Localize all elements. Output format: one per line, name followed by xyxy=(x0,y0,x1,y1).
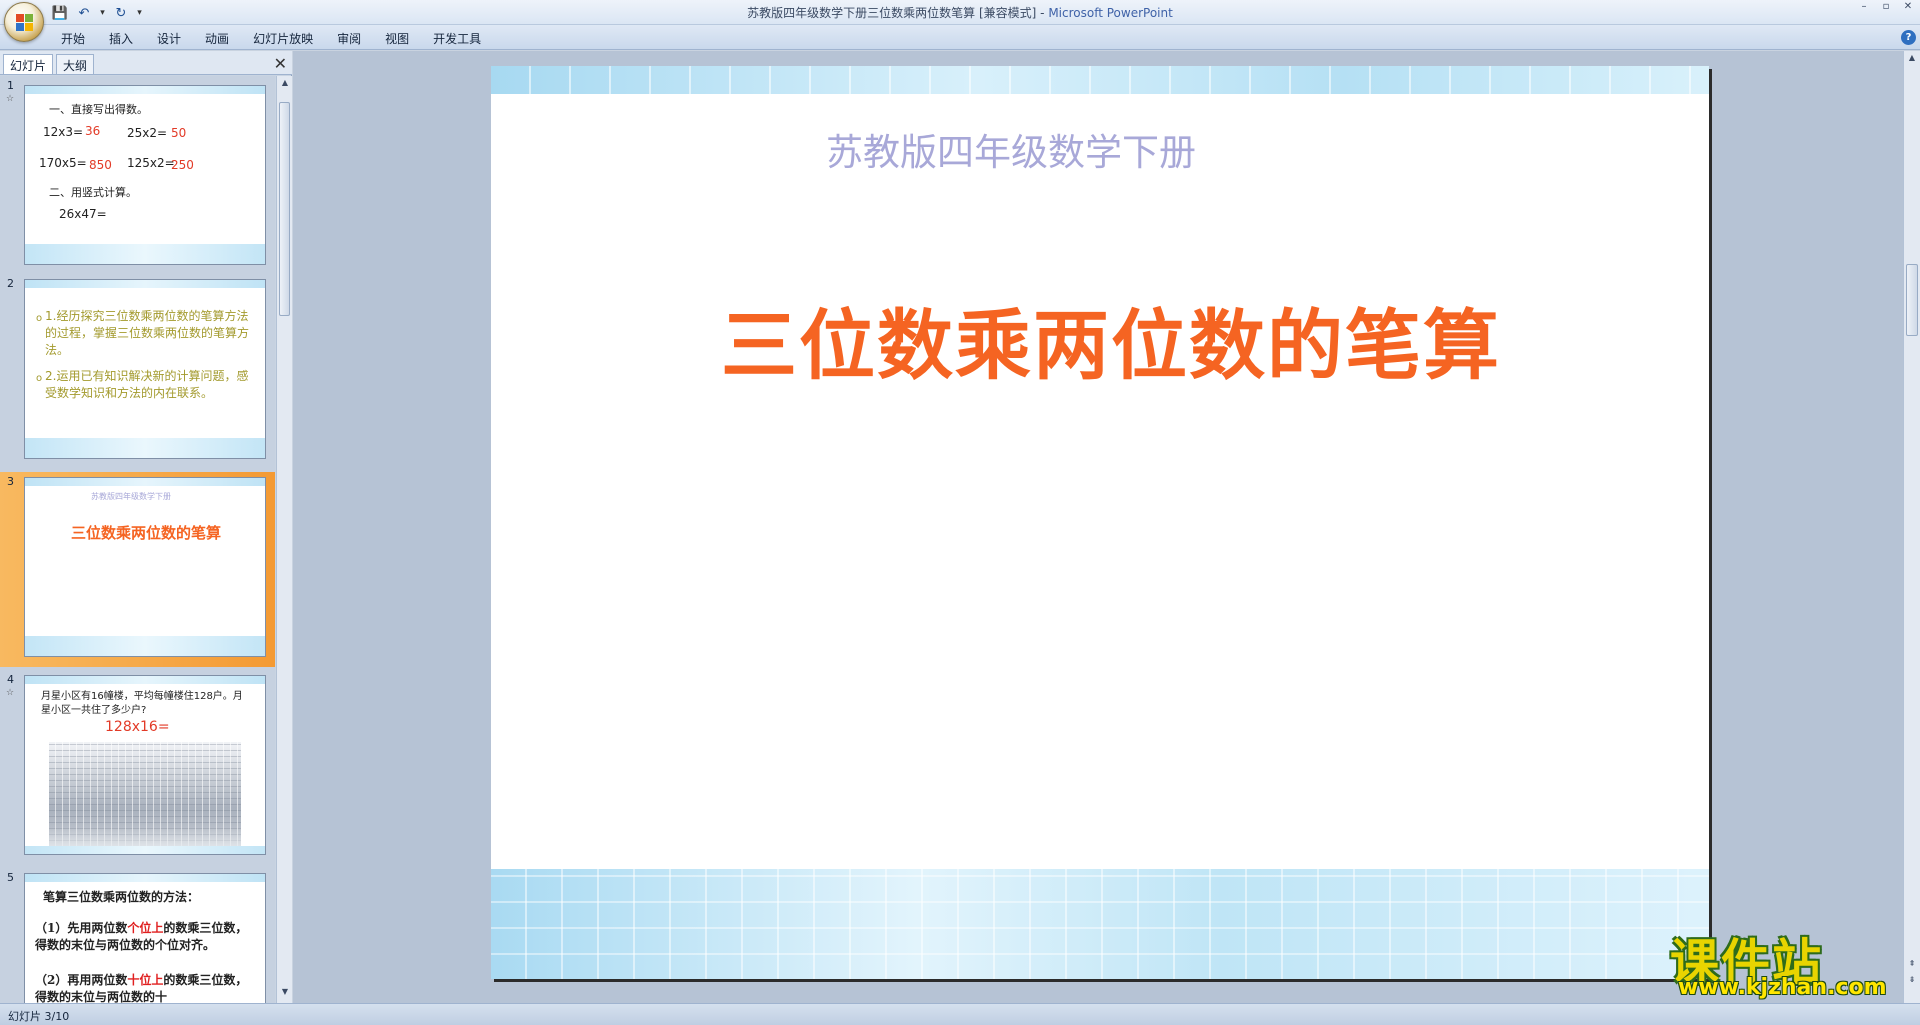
tab-view[interactable]: 视图 xyxy=(373,29,421,48)
office-logo-icon xyxy=(16,14,34,32)
slide-subtitle[interactable]: 苏教版四年级数学下册 xyxy=(826,122,1196,176)
window-controls: – ▫ ✕ xyxy=(1856,1,1916,15)
slide-thumbnail-1[interactable]: 一、直接写出得数。 12x3= 36 25x2= 50 170x5= 850 1… xyxy=(24,85,266,265)
thumbnail-row-5[interactable]: 5 笔算三位数乘两位数的方法： （1）先用两位数个位上的数乘三位数，得数的末位与… xyxy=(0,868,275,1003)
scroll-down-icon[interactable]: ▼ xyxy=(277,987,293,1001)
thumb-expr: 12x3= xyxy=(43,125,84,139)
thumb-top-band xyxy=(25,874,265,882)
thumbnail-row-3-selected[interactable]: 3 苏教版四年级数学下册 三位数乘两位数的笔算 xyxy=(0,472,275,667)
thumb-heading: 二、用竖式计算。 xyxy=(49,186,137,199)
thumb-top-band xyxy=(25,86,265,94)
learning-goal-1: 1.经历探究三位数乘两位数的笔算方法的过程，掌握三位数乘两位数的笔算方法。 xyxy=(45,309,250,357)
slide-number: 2 xyxy=(7,277,14,290)
thumb-top-band xyxy=(25,280,265,288)
slide-thumbnail-5[interactable]: 笔算三位数乘两位数的方法： （1）先用两位数个位上的数乘三位数，得数的末位与两位… xyxy=(24,873,266,1003)
thumb-top-band xyxy=(25,478,265,486)
slide-number: 3 xyxy=(7,475,14,488)
thumb-answer: 250 xyxy=(171,158,194,172)
watermark: 课件站 www.kjzhan.com xyxy=(1670,923,1910,1003)
slide-top-band xyxy=(491,66,1709,94)
thumb-step-1: （1）先用两位数个位上的数乘三位数，得数的末位与两位数的个位对齐。 xyxy=(35,921,248,952)
thumbnail-scrollbar[interactable]: ▲ ▼ xyxy=(276,76,292,1003)
slides-pane: 幻灯片 大纲 ✕ 1 ☆ 一、直接写出得数。 12x3= 36 25x2= 50… xyxy=(0,51,292,1003)
thumb-bottom-band xyxy=(25,636,265,656)
tab-slides[interactable]: 幻灯片 xyxy=(3,54,54,74)
animation-star-icon: ☆ xyxy=(6,688,15,698)
thumb-answer: 36 xyxy=(85,124,101,138)
thumbnail-row-4[interactable]: 4 ☆ 月星小区有16幢楼，平均每幢楼住128户。月星小区一共住了多少户? 12… xyxy=(0,670,275,865)
scroll-up-icon[interactable]: ▲ xyxy=(1904,53,1920,67)
scroll-thumb[interactable] xyxy=(279,102,290,316)
thumb-expr: 25x2= xyxy=(127,126,168,140)
thumb-expr: 170x5= xyxy=(39,156,87,170)
thumb-bottom-band xyxy=(25,438,265,458)
thumb-answer: 850 xyxy=(89,158,112,172)
thumb-top-band xyxy=(25,676,265,684)
slide-thumbnail-3[interactable]: 苏教版四年级数学下册 三位数乘两位数的笔算 xyxy=(24,477,266,657)
pane-tabs: 幻灯片 大纲 ✕ xyxy=(0,51,292,75)
thumb-expr: 26x47= xyxy=(59,207,107,221)
scroll-thumb[interactable] xyxy=(1906,264,1918,336)
slide-counter: 幻灯片 3/10 xyxy=(8,1010,70,1023)
tab-outline[interactable]: 大纲 xyxy=(56,54,95,74)
slide-title[interactable]: 三位数乘两位数的笔算 xyxy=(721,284,1501,394)
thumbnail-row-2[interactable]: 2 o 1.经历探究三位数乘两位数的笔算方法的过程，掌握三位数乘两位数的笔算方法… xyxy=(0,274,275,469)
thumb-problem: 月星小区有16幢楼，平均每幢楼住128户。月星小区一共住了多少户? xyxy=(41,691,243,716)
scroll-up-icon[interactable]: ▲ xyxy=(277,78,293,92)
help-icon[interactable]: ? xyxy=(1901,30,1916,45)
tab-design[interactable]: 设计 xyxy=(145,29,193,48)
office-button[interactable] xyxy=(4,2,44,42)
bullet-icon: o xyxy=(36,313,43,324)
ribbon: 开始 插入 设计 动画 幻灯片放映 审阅 视图 开发工具 ? xyxy=(0,25,1920,50)
thumb-bottom-band xyxy=(25,846,265,854)
slide-thumbnail-4[interactable]: 月星小区有16幢楼，平均每幢楼住128户。月星小区一共住了多少户? 128x16… xyxy=(24,675,266,855)
tab-review[interactable]: 审阅 xyxy=(325,29,373,48)
thumb-title: 三位数乘两位数的笔算 xyxy=(71,524,222,542)
watermark-url: www.kjzhan.com xyxy=(1678,975,1887,1000)
thumb-bottom-band xyxy=(25,244,265,264)
restore-button[interactable]: ▫ xyxy=(1878,1,1894,15)
minimize-button[interactable]: – xyxy=(1856,1,1872,15)
bullet-icon: o xyxy=(36,373,43,384)
thumb-expr: 128x16= xyxy=(105,719,170,735)
thumb-expr: 125x2= xyxy=(127,156,175,170)
slide-canvas[interactable]: 苏教版四年级数学下册 三位数乘两位数的笔算 xyxy=(491,66,1709,979)
tab-developer[interactable]: 开发工具 xyxy=(421,29,493,48)
slide-bottom-band xyxy=(491,869,1709,979)
close-button[interactable]: ✕ xyxy=(1900,1,1916,15)
window-title: 苏教版四年级数学下册三位数乘两位数笔算 [兼容模式] - Microsoft P… xyxy=(747,6,1173,20)
title-bar: 💾 ↶ ▾ ↻ ▾ 苏教版四年级数学下册三位数乘两位数笔算 [兼容模式] - M… xyxy=(0,0,1920,25)
tab-home[interactable]: 开始 xyxy=(49,29,97,48)
slide-number: 1 xyxy=(7,79,14,92)
thumb-subtitle: 苏教版四年级数学下册 xyxy=(91,492,171,501)
buildings-image xyxy=(49,742,241,852)
tab-animations[interactable]: 动画 xyxy=(193,29,241,48)
thumb-heading: 笔算三位数乘两位数的方法： xyxy=(43,890,200,904)
thumb-heading: 一、直接写出得数。 xyxy=(49,103,148,116)
animation-star-icon: ☆ xyxy=(6,94,15,104)
ribbon-tabs: 开始 插入 设计 动画 幻灯片放映 审阅 视图 开发工具 xyxy=(49,29,493,48)
slide-number: 5 xyxy=(7,871,14,884)
thumb-answer: 50 xyxy=(171,126,187,140)
close-pane-icon[interactable]: ✕ xyxy=(274,54,287,73)
learning-goal-2: 2.运用已有知识解决新的计算问题，感受数学知识和方法的内在联系。 xyxy=(45,369,249,400)
thumbnail-list[interactable]: 1 ☆ 一、直接写出得数。 12x3= 36 25x2= 50 170x5= 8… xyxy=(0,76,275,1003)
slide-number: 4 xyxy=(7,673,14,686)
thumb-step-2: （2）再用两位数十位上的数乘三位数，得数的末位与两位数的十 xyxy=(35,973,248,1003)
slide-thumbnail-2[interactable]: o 1.经历探究三位数乘两位数的笔算方法的过程，掌握三位数乘两位数的笔算方法。 … xyxy=(24,279,266,459)
tab-insert[interactable]: 插入 xyxy=(97,29,145,48)
slide-scrollbar[interactable]: ▲ ⇞ ⇟ xyxy=(1903,51,1920,1003)
status-bar: 幻灯片 3/10 xyxy=(0,1003,1920,1025)
tab-slideshow[interactable]: 幻灯片放映 xyxy=(241,29,325,48)
thumbnail-row-1[interactable]: 1 ☆ 一、直接写出得数。 12x3= 36 25x2= 50 170x5= 8… xyxy=(0,76,275,271)
